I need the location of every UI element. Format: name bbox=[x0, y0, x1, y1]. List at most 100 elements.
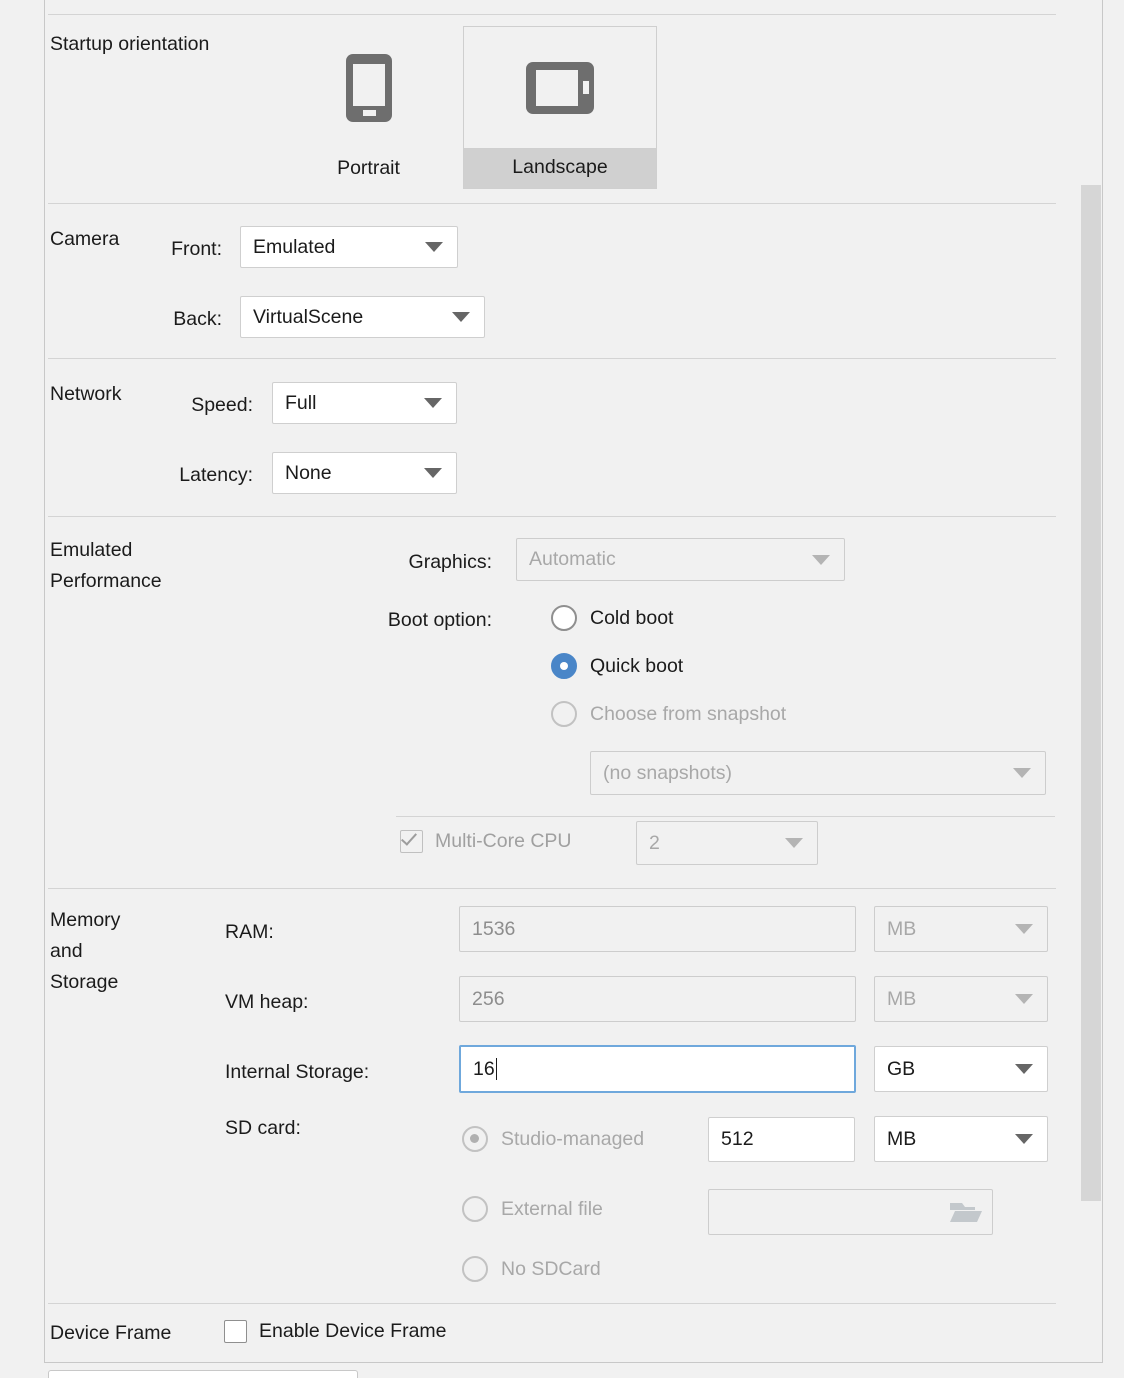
orientation-label-landscape: Landscape bbox=[464, 148, 656, 188]
sd-card-no-sdcard-label: No SDCard bbox=[501, 1257, 601, 1280]
vertical-scrollbar-thumb[interactable] bbox=[1081, 185, 1101, 1201]
vm-heap-label: VM heap: bbox=[225, 991, 309, 1013]
ram-unit-value: MB bbox=[887, 917, 917, 940]
sd-card-studio-managed-label: Studio-managed bbox=[501, 1127, 645, 1150]
vm-heap-unit-select[interactable]: MB bbox=[874, 976, 1048, 1022]
network-latency-select[interactable]: None bbox=[272, 452, 457, 494]
network-speed-label: Speed: bbox=[191, 394, 253, 416]
boot-option-cold-boot[interactable]: Cold boot bbox=[551, 605, 673, 631]
camera-back-label: Back: bbox=[173, 308, 222, 330]
bottom-partial-control[interactable] bbox=[48, 1370, 358, 1378]
checkbox-icon bbox=[224, 1320, 247, 1343]
divider-device-frame bbox=[48, 1303, 1056, 1304]
landscape-icon-wrap bbox=[464, 27, 656, 148]
radio-icon-selected bbox=[462, 1126, 488, 1152]
ram-value: 1536 bbox=[472, 917, 516, 940]
radio-icon bbox=[462, 1256, 488, 1282]
network-latency-label: Latency: bbox=[179, 464, 253, 486]
chevron-down-icon bbox=[1015, 994, 1033, 1004]
boot-option-cold-boot-label: Cold boot bbox=[590, 606, 674, 629]
sd-card-unit-value: MB bbox=[887, 1127, 917, 1150]
sd-card-size-input[interactable]: 512 bbox=[708, 1117, 855, 1162]
sd-card-unit-select[interactable]: MB bbox=[874, 1116, 1048, 1162]
sd-card-external-file[interactable]: External file bbox=[462, 1196, 603, 1222]
ram-unit-select[interactable]: MB bbox=[874, 906, 1048, 952]
divider-top bbox=[48, 14, 1056, 15]
chevron-down-icon bbox=[1015, 1064, 1033, 1074]
boot-option-label: Boot option: bbox=[387, 609, 492, 631]
checkbox-icon-checked bbox=[400, 829, 423, 853]
internal-storage-value: 16 bbox=[473, 1057, 495, 1080]
phone-portrait-icon bbox=[345, 54, 392, 122]
sd-card-label: SD card: bbox=[225, 1117, 301, 1139]
divider-performance bbox=[48, 516, 1056, 517]
divider-multi-core bbox=[396, 816, 1055, 817]
boot-option-choose-from-snapshot-label: Choose from snapshot bbox=[590, 702, 787, 725]
startup-orientation-section-label: Startup orientation bbox=[50, 33, 210, 55]
chevron-down-icon bbox=[785, 838, 803, 848]
network-speed-value: Full bbox=[285, 391, 317, 414]
sd-card-external-file-label: External file bbox=[501, 1197, 603, 1220]
memory-storage-section-label: Memory and Storage bbox=[50, 909, 121, 993]
internal-storage-unit-value: GB bbox=[887, 1057, 916, 1080]
vm-heap-value: 256 bbox=[472, 987, 505, 1010]
sd-card-external-path-input[interactable] bbox=[708, 1189, 993, 1235]
divider-network bbox=[48, 358, 1056, 359]
radio-icon-selected bbox=[551, 653, 577, 679]
phone-landscape-icon bbox=[526, 61, 594, 114]
orientation-option-landscape[interactable]: Landscape bbox=[463, 26, 657, 189]
snapshot-select-value: (no snapshots) bbox=[603, 761, 732, 784]
boot-option-quick-boot-label: Quick boot bbox=[590, 654, 684, 677]
network-speed-select[interactable]: Full bbox=[272, 382, 457, 424]
folder-icon[interactable] bbox=[948, 1199, 984, 1227]
chevron-down-icon bbox=[812, 554, 830, 565]
internal-storage-label: Internal Storage: bbox=[225, 1061, 370, 1083]
radio-icon bbox=[551, 701, 577, 727]
chevron-down-icon bbox=[452, 312, 470, 322]
chevron-down-icon bbox=[424, 398, 442, 408]
cpu-cores-select[interactable]: 2 bbox=[636, 821, 818, 865]
camera-back-select[interactable]: VirtualScene bbox=[240, 296, 485, 338]
vm-heap-input[interactable]: 256 bbox=[459, 976, 856, 1022]
snapshot-select[interactable]: (no snapshots) bbox=[590, 751, 1046, 795]
radio-icon bbox=[551, 605, 577, 631]
ram-label: RAM: bbox=[225, 921, 274, 943]
chevron-down-icon bbox=[424, 468, 442, 478]
enable-device-frame-label: Enable Device Frame bbox=[259, 1320, 447, 1342]
network-latency-value: None bbox=[285, 461, 332, 484]
device-frame-section-label: Device Frame bbox=[50, 1322, 172, 1344]
text-cursor bbox=[495, 1058, 497, 1080]
sd-card-no-sdcard[interactable]: No SDCard bbox=[462, 1256, 601, 1282]
orientation-label-portrait: Portrait bbox=[337, 157, 400, 179]
cpu-cores-value: 2 bbox=[649, 831, 660, 854]
camera-front-select[interactable]: Emulated bbox=[240, 226, 458, 268]
chevron-down-icon bbox=[1015, 1134, 1033, 1144]
graphics-label: Graphics: bbox=[408, 551, 492, 573]
graphics-value: Automatic bbox=[529, 548, 616, 570]
internal-storage-input[interactable]: 16 bbox=[459, 1045, 856, 1093]
chevron-down-icon bbox=[1015, 924, 1033, 934]
boot-option-quick-boot[interactable]: Quick boot bbox=[551, 653, 683, 679]
divider-memory bbox=[48, 888, 1056, 889]
multi-core-cpu-checkbox[interactable]: Multi-Core CPU bbox=[400, 829, 572, 853]
vm-heap-unit-value: MB bbox=[887, 987, 917, 1010]
chevron-down-icon bbox=[425, 242, 443, 252]
radio-icon bbox=[462, 1196, 488, 1222]
boot-option-choose-from-snapshot[interactable]: Choose from snapshot bbox=[551, 701, 786, 727]
sd-card-studio-managed[interactable]: Studio-managed bbox=[462, 1126, 644, 1152]
sd-card-size-value: 512 bbox=[721, 1128, 754, 1150]
orientation-option-portrait[interactable]: Portrait bbox=[287, 26, 450, 189]
internal-storage-unit-select[interactable]: GB bbox=[874, 1046, 1048, 1092]
divider-camera bbox=[48, 203, 1056, 204]
multi-core-cpu-label: Multi-Core CPU bbox=[435, 830, 572, 852]
camera-front-label: Front: bbox=[171, 238, 222, 260]
enable-device-frame-checkbox[interactable]: Enable Device Frame bbox=[224, 1320, 447, 1343]
graphics-select[interactable]: Automatic bbox=[516, 538, 845, 581]
camera-back-value: VirtualScene bbox=[253, 305, 364, 328]
portrait-icon-wrap bbox=[287, 26, 450, 150]
avd-advanced-settings-panel: Startup orientation Portrait Landscape C… bbox=[0, 0, 1124, 1378]
camera-front-value: Emulated bbox=[253, 235, 336, 258]
ram-input[interactable]: 1536 bbox=[459, 906, 856, 952]
chevron-down-icon bbox=[1013, 768, 1031, 778]
emulated-performance-section-label: Emulated Performance bbox=[50, 539, 162, 592]
